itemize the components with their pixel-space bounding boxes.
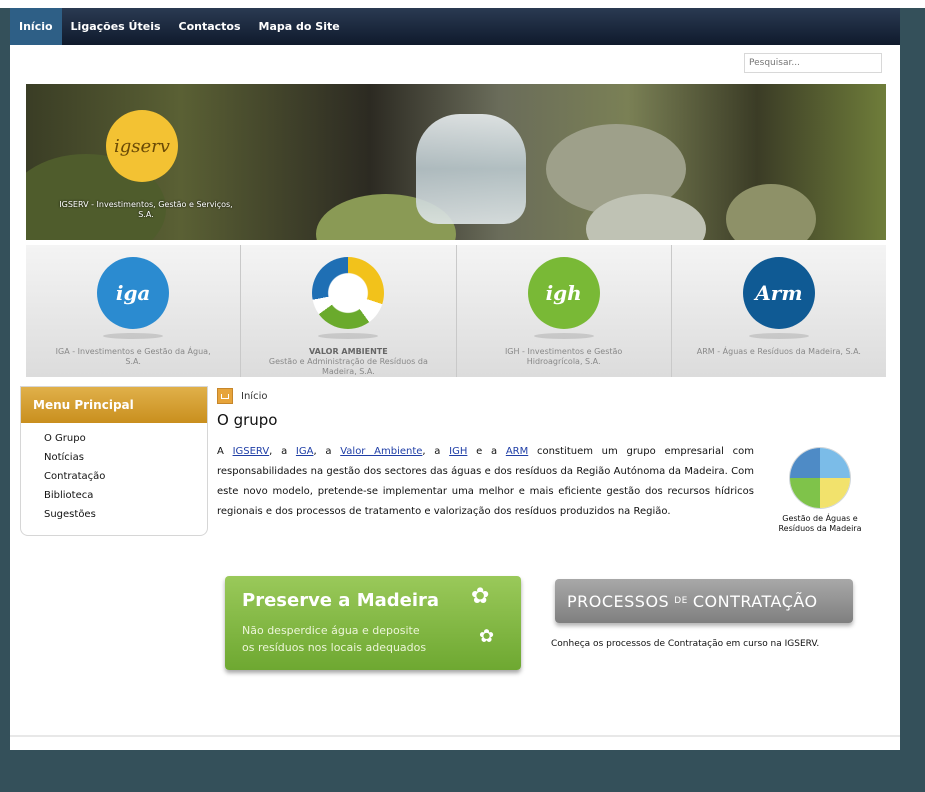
intro-sep: , a <box>269 446 288 457</box>
hero-rock <box>726 184 816 240</box>
gadm-logo <box>790 448 850 508</box>
hero-caption: IGSERV - Investimentos, Gestão e Serviço… <box>59 200 233 219</box>
page-title: O grupo <box>217 411 278 429</box>
proc-part1: PROCESSOS <box>567 591 670 611</box>
valor-ambiente-logo <box>312 257 385 329</box>
nav-contactos[interactable]: Contactos <box>170 8 250 45</box>
processos-description: Conheça os processos de Contratação em c… <box>551 639 820 649</box>
link-igserv[interactable]: IGSERV <box>233 446 270 457</box>
sidebar-title: Menu Principal <box>21 387 207 423</box>
nav-mapa-do-site[interactable]: Mapa do Site <box>250 8 349 45</box>
igserv-logo[interactable]: igserv <box>106 110 178 182</box>
logo-shadow <box>533 333 594 339</box>
partner-name: ARM - Águas e Resíduos da Madeira, S.A. <box>696 347 861 356</box>
flower-icon: ✿ <box>479 626 495 647</box>
igh-logo: igh <box>527 257 600 329</box>
partner-subtitle: Gestão e Administração de Resíduos da Ma… <box>268 357 428 376</box>
partner-igh[interactable]: igh IGH - Investimentos e Gestão Hidroag… <box>457 245 672 377</box>
partner-arm[interactable]: Arm ARM - Águas e Resíduos da Madeira, S… <box>672 245 886 377</box>
top-navigation: Início Ligações Úteis Contactos Mapa do … <box>10 8 900 45</box>
sidebar-item-noticias[interactable]: Notícias <box>44 448 207 467</box>
preserve-title: Preserve a Madeira <box>242 590 440 611</box>
processos-contratacao-banner[interactable]: PROCESSOS DE CONTRATAÇÃO <box>555 579 853 623</box>
search-input[interactable] <box>744 53 882 73</box>
partner-name: IGH - Investimentos e Gestão Hidroagríco… <box>504 347 623 366</box>
link-arm[interactable]: ARM <box>506 446 528 457</box>
logo-shadow <box>103 333 164 339</box>
sidebar-menu-list: O Grupo Notícias Contratação Biblioteca … <box>21 429 207 524</box>
breadcrumb-current: Início <box>241 390 268 402</box>
window-top-strip <box>0 0 925 8</box>
preserve-line1: Não desperdice água e deposite <box>242 624 420 637</box>
search-row <box>10 45 900 83</box>
partner-name: VALOR AMBIENTE Gestão e Administração de… <box>263 347 433 377</box>
sidebar-menu: Menu Principal O Grupo Notícias Contrata… <box>20 386 208 536</box>
gadm-caption-line1: Gestão de Águas e <box>782 514 858 523</box>
logo-shadow <box>318 333 379 339</box>
arm-logo: Arm <box>742 257 815 329</box>
logo-shadow <box>748 333 809 339</box>
preserve-madeira-banner[interactable]: Preserve a Madeira Não desperdice água e… <box>225 576 521 670</box>
sidebar-item-sugestoes[interactable]: Sugestões <box>44 505 207 524</box>
flower-icon: ✿ <box>471 584 490 609</box>
intro-sep: , a <box>313 446 332 457</box>
partner-name: IGA - Investimentos e Gestão da Água, S.… <box>55 347 211 366</box>
sidebar-item-o-grupo[interactable]: O Grupo <box>44 429 207 448</box>
hero-waterfall <box>416 114 526 224</box>
hero-banner: igserv IGSERV - Investimentos, Gestão e … <box>26 84 886 240</box>
intro-paragraph: A IGSERV, a IGA, a Valor Ambiente, a IGH… <box>217 442 754 522</box>
page: Início Ligações Úteis Contactos Mapa do … <box>10 8 900 750</box>
nav-inicio[interactable]: Início <box>10 8 62 45</box>
sidebar-item-contratacao[interactable]: Contratação <box>44 467 207 486</box>
nav-ligacoes-uteis[interactable]: Ligações Úteis <box>62 8 170 45</box>
link-igh[interactable]: IGH <box>449 446 467 457</box>
link-valor-ambiente[interactable]: Valor Ambiente <box>340 446 422 457</box>
home-icon[interactable] <box>217 388 233 404</box>
gadm-caption-line2: Resíduos da Madeira <box>778 524 862 533</box>
intro-prefix: A <box>217 446 224 457</box>
partner-heading: VALOR AMBIENTE <box>309 347 388 356</box>
breadcrumb: Início <box>217 388 267 404</box>
iga-logo: iga <box>97 257 170 329</box>
intro-sep: , a <box>422 446 441 457</box>
partner-iga[interactable]: iga IGA - Investimentos e Gestão da Água… <box>26 245 242 377</box>
gadm-badge[interactable]: Gestão de Águas e Resíduos da Madeira <box>765 448 875 534</box>
proc-part3: CONTRATAÇÃO <box>692 591 818 611</box>
partner-valor-ambiente[interactable]: VALOR AMBIENTE Gestão e Administração de… <box>241 245 457 377</box>
sidebar-item-biblioteca[interactable]: Biblioteca <box>44 486 207 505</box>
preserve-line2: os resíduos nos locais adequados <box>242 641 427 654</box>
link-iga[interactable]: IGA <box>296 446 314 457</box>
partner-logos: iga IGA - Investimentos e Gestão da Água… <box>26 245 886 377</box>
proc-part2: DE <box>674 596 688 606</box>
preserve-subtitle: Não desperdice água e deposite os resídu… <box>242 622 472 656</box>
footer-divider <box>10 735 900 737</box>
intro-and: e a <box>476 446 498 457</box>
